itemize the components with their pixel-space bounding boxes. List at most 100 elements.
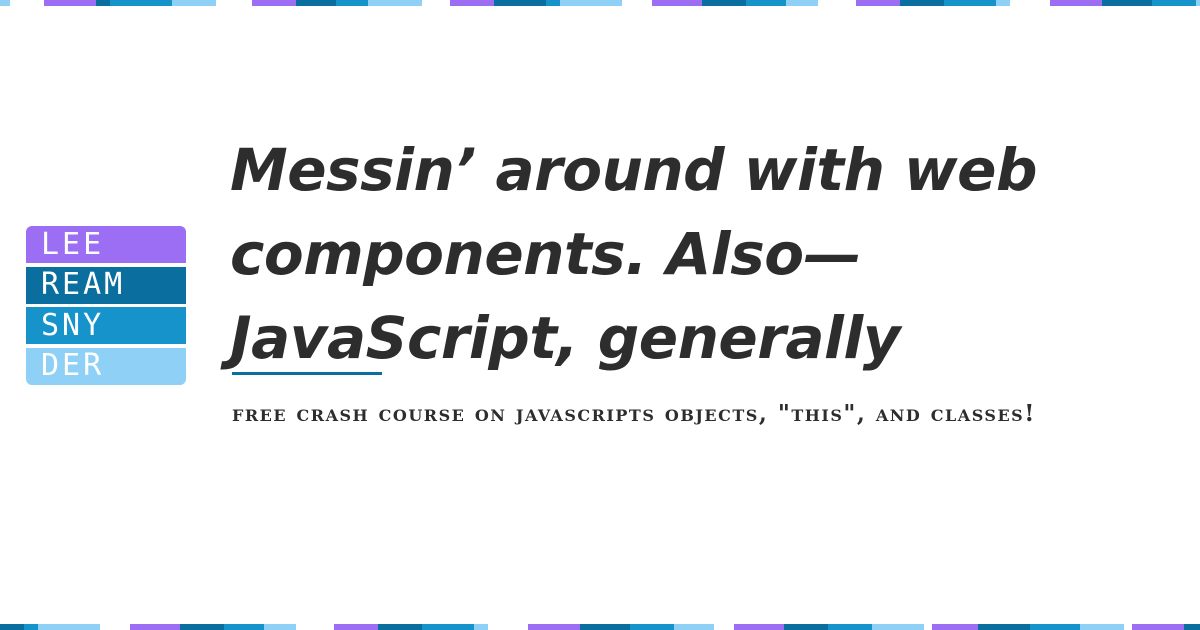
stripe-segment bbox=[630, 624, 648, 630]
stripe-segment bbox=[666, 0, 702, 6]
stripe-segment bbox=[580, 624, 594, 630]
stripe-segment bbox=[224, 624, 232, 630]
stripe-segment bbox=[38, 624, 78, 630]
stripe-segment bbox=[150, 0, 172, 6]
stripe-segment bbox=[818, 0, 856, 6]
stripe-segment bbox=[252, 0, 270, 6]
stripe-segment bbox=[24, 624, 32, 630]
stripe-segment bbox=[450, 0, 460, 6]
stripe-segment bbox=[180, 624, 198, 630]
site-logo[interactable]: LEE REAM SNY DER bbox=[26, 226, 186, 385]
stripe-segment bbox=[144, 624, 180, 630]
stripe-segment bbox=[924, 624, 932, 630]
stripe-segment bbox=[938, 624, 978, 630]
stripe-segment bbox=[872, 624, 900, 630]
stripe-segment bbox=[450, 624, 474, 630]
bottom-decorative-stripe bbox=[0, 624, 1200, 630]
stripe-segment bbox=[910, 0, 944, 6]
stripe-segment bbox=[44, 0, 72, 6]
stripe-segment bbox=[560, 0, 600, 6]
post-title: Messin’ around with web components. Also… bbox=[230, 128, 1170, 380]
stripe-segment bbox=[652, 0, 666, 6]
stripe-segment bbox=[622, 0, 652, 6]
stripe-segment bbox=[838, 624, 872, 630]
stripe-segment bbox=[1044, 624, 1080, 630]
stripe-segment bbox=[1164, 624, 1184, 630]
stripe-segment bbox=[110, 0, 150, 6]
stripe-segment bbox=[1152, 0, 1170, 6]
stripe-segment bbox=[754, 0, 786, 6]
logo-line-der: DER bbox=[26, 347, 186, 385]
stripe-segment bbox=[746, 0, 754, 6]
stripe-segment bbox=[10, 0, 44, 6]
post-subtitle: FREE CRASH COURSE ON JAVASCRIPTS OBJECTS… bbox=[232, 400, 1036, 427]
stripe-segment bbox=[1196, 624, 1200, 630]
stripe-segment bbox=[284, 624, 296, 630]
stripe-segment bbox=[800, 624, 828, 630]
stripe-segment bbox=[648, 624, 674, 630]
stripe-segment bbox=[1098, 624, 1124, 630]
stripe-segment bbox=[72, 0, 96, 6]
stripe-segment bbox=[232, 624, 264, 630]
stripe-segment bbox=[172, 0, 202, 6]
stripe-segment bbox=[356, 0, 368, 6]
stripe-segment bbox=[872, 0, 900, 6]
stripe-segment bbox=[734, 624, 746, 630]
stripe-segment bbox=[1170, 0, 1196, 6]
stripe-segment bbox=[1132, 624, 1164, 630]
stripe-segment bbox=[972, 0, 996, 6]
stripe-segment bbox=[786, 0, 806, 6]
stripe-segment bbox=[978, 624, 1000, 630]
stripe-segment bbox=[202, 0, 216, 6]
stripe-segment bbox=[702, 0, 720, 6]
stripe-segment bbox=[130, 624, 144, 630]
stripe-segment bbox=[460, 0, 494, 6]
stripe-segment bbox=[100, 624, 130, 630]
stripe-segment bbox=[600, 0, 622, 6]
stripe-segment bbox=[96, 0, 104, 6]
stripe-segment bbox=[1072, 0, 1102, 6]
post-title-line-1: Messin’ around with web bbox=[230, 136, 1038, 204]
post-title-line-3: JavaScript, generally bbox=[230, 304, 901, 372]
stripe-segment bbox=[1184, 624, 1196, 630]
stripe-segment bbox=[422, 0, 450, 6]
stripe-segment bbox=[900, 624, 924, 630]
stripe-segment bbox=[1116, 0, 1152, 6]
logo-line-sny: SNY bbox=[26, 307, 186, 345]
stripe-segment bbox=[856, 0, 872, 6]
stripe-segment bbox=[900, 0, 910, 6]
stripe-segment bbox=[522, 0, 546, 6]
stripe-segment bbox=[944, 0, 972, 6]
stripe-segment bbox=[784, 624, 800, 630]
stripe-segment bbox=[1124, 624, 1132, 630]
stripe-segment bbox=[1010, 0, 1050, 6]
stripe-segment bbox=[0, 0, 10, 6]
stripe-segment bbox=[550, 624, 580, 630]
stripe-segment bbox=[546, 0, 554, 6]
stripe-segment bbox=[264, 624, 284, 630]
stripe-segment bbox=[720, 0, 746, 6]
stripe-segment bbox=[78, 624, 100, 630]
stripe-segment bbox=[216, 0, 252, 6]
stripe-segment bbox=[594, 624, 630, 630]
stripe-segment bbox=[406, 0, 422, 6]
stripe-segment bbox=[336, 0, 356, 6]
stripe-segment bbox=[368, 0, 406, 6]
logo-line-ream: REAM bbox=[26, 266, 186, 304]
stripe-segment bbox=[828, 624, 838, 630]
stripe-segment bbox=[296, 624, 334, 630]
stripe-segment bbox=[270, 0, 296, 6]
title-divider bbox=[232, 372, 382, 375]
stripe-segment bbox=[806, 0, 818, 6]
logo-line-lee: LEE bbox=[26, 226, 186, 264]
stripe-segment bbox=[198, 624, 224, 630]
stripe-segment bbox=[0, 624, 24, 630]
stripe-segment bbox=[1050, 0, 1072, 6]
stripe-segment bbox=[378, 624, 388, 630]
stripe-segment bbox=[714, 624, 734, 630]
stripe-segment bbox=[1196, 0, 1200, 6]
stripe-segment bbox=[488, 624, 528, 630]
stripe-segment bbox=[682, 624, 714, 630]
stripe-segment bbox=[304, 0, 336, 6]
stripe-segment bbox=[494, 0, 522, 6]
